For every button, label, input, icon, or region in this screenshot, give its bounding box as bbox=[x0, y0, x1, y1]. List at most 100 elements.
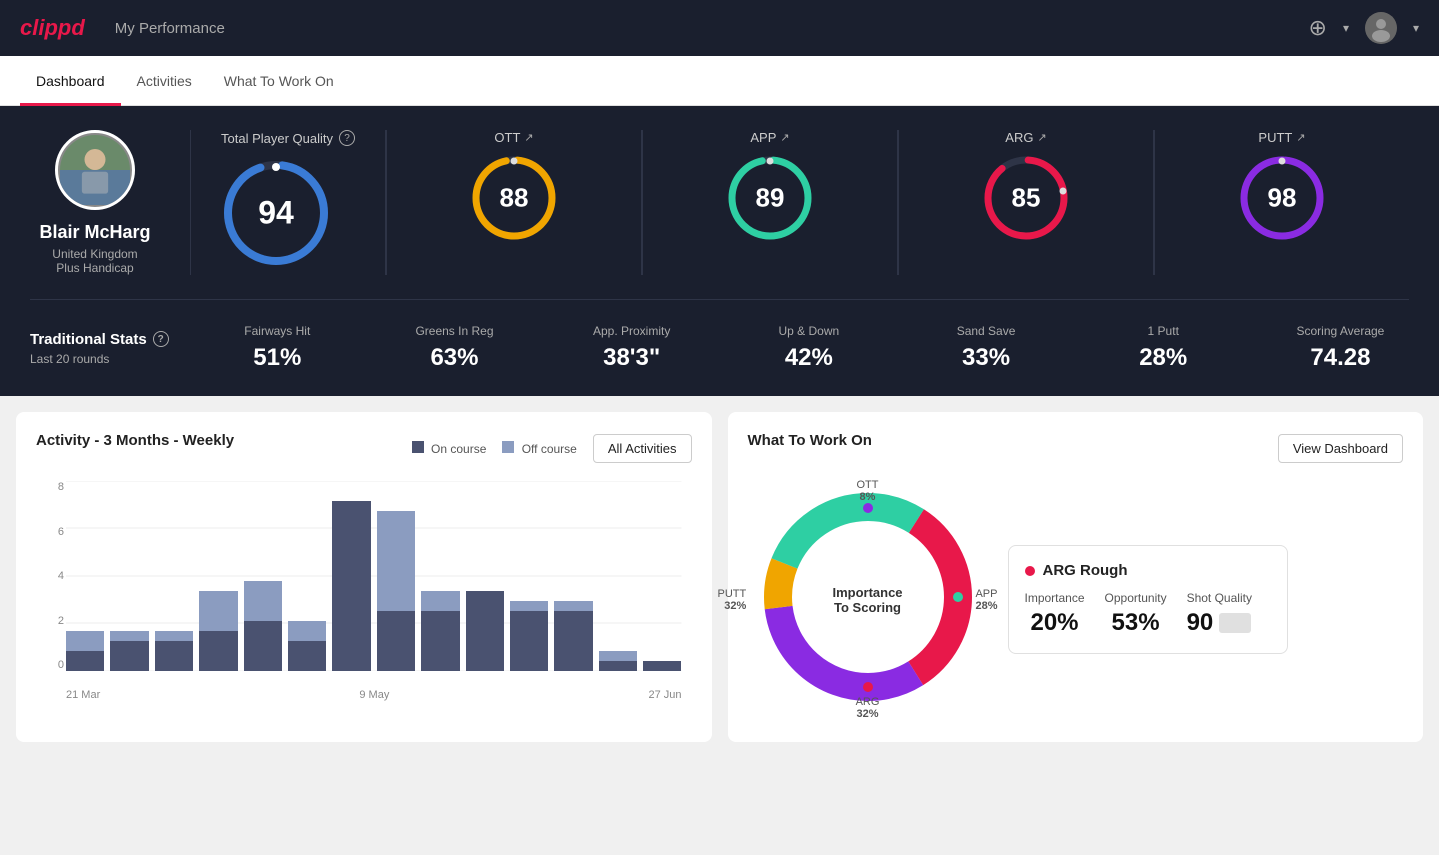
bar-on bbox=[332, 501, 370, 671]
donut-center: Importance To Scoring bbox=[832, 585, 902, 615]
trad-stats-label: Traditional Stats ? Last 20 rounds bbox=[30, 331, 169, 366]
metric-app: APP ↗ 89 bbox=[643, 130, 898, 275]
bar-group bbox=[554, 481, 592, 671]
bar-on bbox=[643, 661, 681, 671]
bar-group bbox=[288, 481, 326, 671]
bar-on bbox=[377, 611, 415, 671]
shot-quality-bar bbox=[1219, 613, 1251, 633]
legend-off-dot bbox=[502, 441, 514, 453]
putt-value: 98 bbox=[1268, 183, 1297, 214]
arg-label: ARG ↗ bbox=[1005, 130, 1046, 145]
tabs-bar: Dashboard Activities What To Work On bbox=[0, 56, 1439, 106]
player-handicap: Plus Handicap bbox=[56, 261, 133, 275]
help-icon[interactable]: ? bbox=[339, 130, 355, 146]
ott-label-outer: OTT 8% bbox=[857, 479, 879, 503]
putt-label-outer: PUTT 32% bbox=[718, 588, 747, 612]
stats-banner: Blair McHarg United Kingdom Plus Handica… bbox=[0, 106, 1439, 396]
app-value: 89 bbox=[756, 183, 785, 214]
stat-fairways: Fairways Hit 51% bbox=[209, 324, 346, 372]
ott-label: OTT ↗ bbox=[494, 130, 533, 145]
bar-off bbox=[66, 631, 104, 651]
header-right: ⊕ ▾ ▾ bbox=[1309, 12, 1420, 44]
all-activities-button[interactable]: All Activities bbox=[593, 434, 692, 463]
bar-on bbox=[466, 591, 504, 671]
chart-area: 8 6 4 2 0 21 Mar 9 May 27 Jun bbox=[36, 481, 692, 701]
metric-arg: ARG ↗ 85 bbox=[899, 130, 1154, 275]
wtwon-title: What To Work On bbox=[748, 432, 872, 449]
legend-off: Off course bbox=[502, 441, 576, 456]
metric-putt: PUTT ↗ 98 bbox=[1155, 130, 1409, 275]
bar-group bbox=[599, 481, 637, 671]
stats-top: Blair McHarg United Kingdom Plus Handica… bbox=[30, 130, 1409, 300]
header-left: clippd My Performance bbox=[20, 15, 225, 41]
chart-header: Activity - 3 Months - Weekly On course O… bbox=[36, 432, 692, 465]
ott-value: 88 bbox=[500, 183, 529, 214]
putt-trend-icon: ↗ bbox=[1296, 131, 1305, 144]
wtwon-body: Importance To Scoring OTT 8% APP 28% ARG… bbox=[748, 477, 1404, 722]
total-quality: Total Player Quality ? 94 bbox=[191, 130, 386, 275]
bar-off bbox=[155, 631, 193, 641]
bar-off bbox=[554, 601, 592, 611]
bar-off bbox=[199, 591, 237, 631]
bar-off bbox=[377, 511, 415, 611]
player-info: Blair McHarg United Kingdom Plus Handica… bbox=[30, 130, 190, 275]
bar-off bbox=[510, 601, 548, 611]
chart-bars bbox=[66, 481, 682, 671]
chart-controls: On course Off course All Activities bbox=[412, 434, 692, 463]
arg-dot bbox=[1025, 566, 1035, 576]
header: clippd My Performance ⊕ ▾ ▾ bbox=[0, 0, 1439, 56]
metric-ott: OTT ↗ 88 bbox=[387, 130, 642, 275]
trad-stats: Traditional Stats ? Last 20 rounds Fairw… bbox=[30, 324, 1409, 372]
tab-activities[interactable]: Activities bbox=[121, 59, 208, 106]
activity-panel: Activity - 3 Months - Weekly On course O… bbox=[16, 412, 712, 742]
avatar bbox=[55, 130, 135, 210]
ott-trend-icon: ↗ bbox=[524, 131, 533, 144]
app-label-outer: APP 28% bbox=[975, 588, 997, 612]
add-icon[interactable]: ⊕ bbox=[1309, 15, 1327, 41]
stat-sandsave: Sand Save 33% bbox=[917, 324, 1054, 372]
bar-group bbox=[332, 481, 370, 671]
bottom-panels: Activity - 3 Months - Weekly On course O… bbox=[0, 396, 1439, 758]
tab-what-to-work-on[interactable]: What To Work On bbox=[208, 59, 350, 106]
bar-on bbox=[155, 641, 193, 671]
bar-off bbox=[288, 621, 326, 641]
bar-off bbox=[244, 581, 282, 621]
bar-on bbox=[554, 611, 592, 671]
bar-group bbox=[155, 481, 193, 671]
chart-legend: On course Off course bbox=[412, 441, 577, 456]
bar-group bbox=[110, 481, 148, 671]
legend-on: On course bbox=[412, 441, 487, 456]
bar-group bbox=[244, 481, 282, 671]
trad-help-icon[interactable]: ? bbox=[153, 331, 169, 347]
bar-group bbox=[199, 481, 237, 671]
stat-greens: Greens In Reg 63% bbox=[386, 324, 523, 372]
app-label: APP ↗ bbox=[750, 130, 789, 145]
arg-trend-icon: ↗ bbox=[1037, 131, 1046, 144]
stat-scoring: Scoring Average 74.28 bbox=[1272, 324, 1409, 372]
bar-group bbox=[510, 481, 548, 671]
donut-chart-wrap: Importance To Scoring OTT 8% APP 28% ARG… bbox=[748, 477, 988, 722]
bar-on bbox=[66, 651, 104, 671]
player-name: Blair McHarg bbox=[39, 222, 150, 243]
bar-on bbox=[599, 661, 637, 671]
logo[interactable]: clippd bbox=[20, 15, 85, 41]
arg-metric-importance: Importance 20% bbox=[1025, 591, 1085, 637]
add-chevron: ▾ bbox=[1343, 21, 1349, 35]
total-quality-gauge: 94 bbox=[221, 158, 331, 268]
avatar[interactable] bbox=[1365, 12, 1397, 44]
arg-value: 85 bbox=[1012, 183, 1041, 214]
bar-off bbox=[110, 631, 148, 641]
bar-group bbox=[466, 481, 504, 671]
stat-updown: Up & Down 42% bbox=[740, 324, 877, 372]
chart-y-labels: 8 6 4 2 0 bbox=[36, 481, 64, 671]
arg-metric-shotquality: Shot Quality 90 bbox=[1187, 591, 1252, 637]
bar-group bbox=[643, 481, 681, 671]
bar-off bbox=[421, 591, 459, 611]
bar-on bbox=[510, 611, 548, 671]
user-chevron: ▾ bbox=[1413, 21, 1419, 35]
chart-x-labels: 21 Mar 9 May 27 Jun bbox=[66, 689, 682, 701]
tab-dashboard[interactable]: Dashboard bbox=[20, 59, 121, 106]
bar-group bbox=[66, 481, 104, 671]
view-dashboard-button[interactable]: View Dashboard bbox=[1278, 434, 1403, 463]
tq-label: Total Player Quality ? bbox=[221, 130, 355, 146]
